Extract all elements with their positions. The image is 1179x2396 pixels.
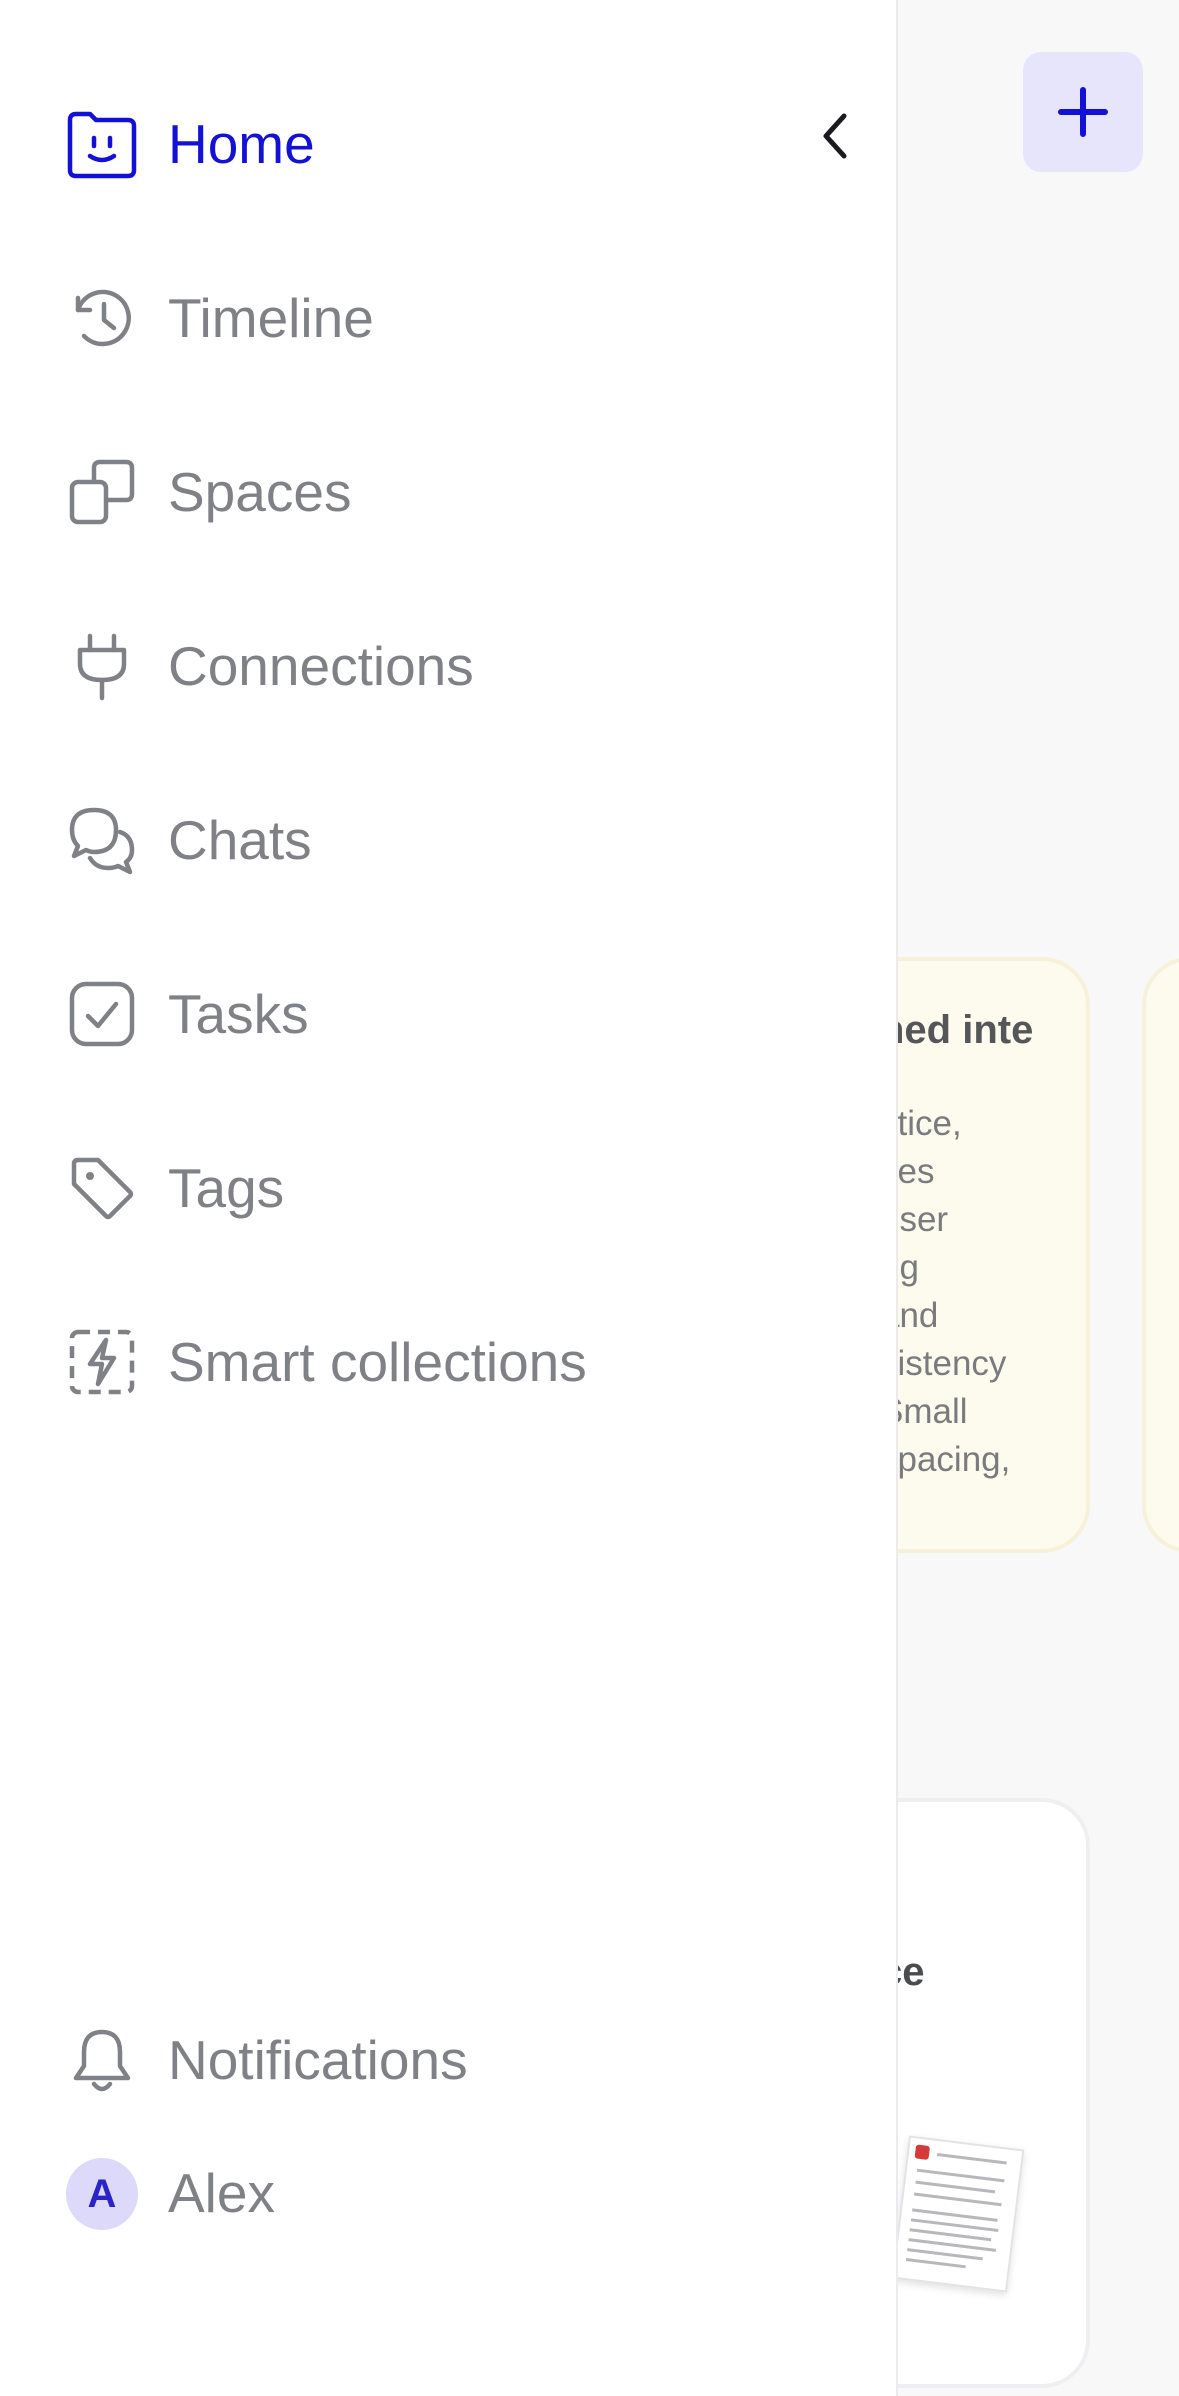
sidebar-item-label: Tasks [168, 983, 309, 1045]
sidebar-item-notifications[interactable]: Notifications [0, 1992, 898, 2112]
chat-bubbles-icon [64, 802, 140, 878]
collapse-drawer-button[interactable] [810, 106, 862, 166]
sidebar-item-chats[interactable]: Chats [0, 772, 898, 892]
checkbox-icon [64, 976, 140, 1052]
home-smiley-folder-icon [64, 106, 140, 182]
plus-icon [1058, 87, 1108, 137]
chevron-left-icon [823, 113, 847, 159]
add-button[interactable] [1023, 52, 1143, 172]
user-name: Alex [168, 2162, 275, 2224]
sidebar-item-label: Chats [168, 809, 312, 871]
sidebar-item-label: Connections [168, 635, 474, 697]
note-card-title: ned inte [880, 1008, 1034, 1052]
note-card-body: ctice, ves user ng and sistency Small sp… [880, 1104, 1011, 1520]
sidebar-item-label: Spaces [168, 461, 352, 523]
sidebar-item-label: Home [168, 113, 315, 175]
sidebar-item-label: Tags [168, 1157, 285, 1219]
user-profile[interactable]: A Alex [0, 2140, 898, 2250]
lightning-dashed-box-icon [64, 1324, 140, 1400]
sidebar-item-spaces[interactable]: Spaces [0, 424, 898, 544]
sidebar-item-connections[interactable]: Connections [0, 598, 898, 718]
navigation-drawer: Home Timeline Spaces Connections Chats T… [0, 0, 898, 2396]
spaces-squares-icon [64, 454, 140, 530]
tag-icon [64, 1150, 140, 1226]
plug-icon [64, 628, 140, 704]
sidebar-item-tasks[interactable]: Tasks [0, 946, 898, 1066]
sidebar-item-label: Timeline [168, 287, 374, 349]
notifications-label: Notifications [168, 2029, 468, 2091]
clock-history-icon [64, 280, 140, 356]
note-card-next[interactable] [1142, 957, 1179, 1553]
sidebar-item-timeline[interactable]: Timeline [0, 250, 898, 370]
avatar: A [66, 2158, 138, 2230]
document-thumbnail [891, 2135, 1025, 2293]
sidebar-item-home[interactable]: Home [0, 76, 898, 196]
bell-icon [64, 2022, 140, 2098]
sidebar-item-label: Smart collections [168, 1331, 587, 1393]
sidebar-item-tags[interactable]: Tags [0, 1120, 898, 1240]
sidebar-item-smart-collections[interactable]: Smart collections [0, 1294, 898, 1414]
